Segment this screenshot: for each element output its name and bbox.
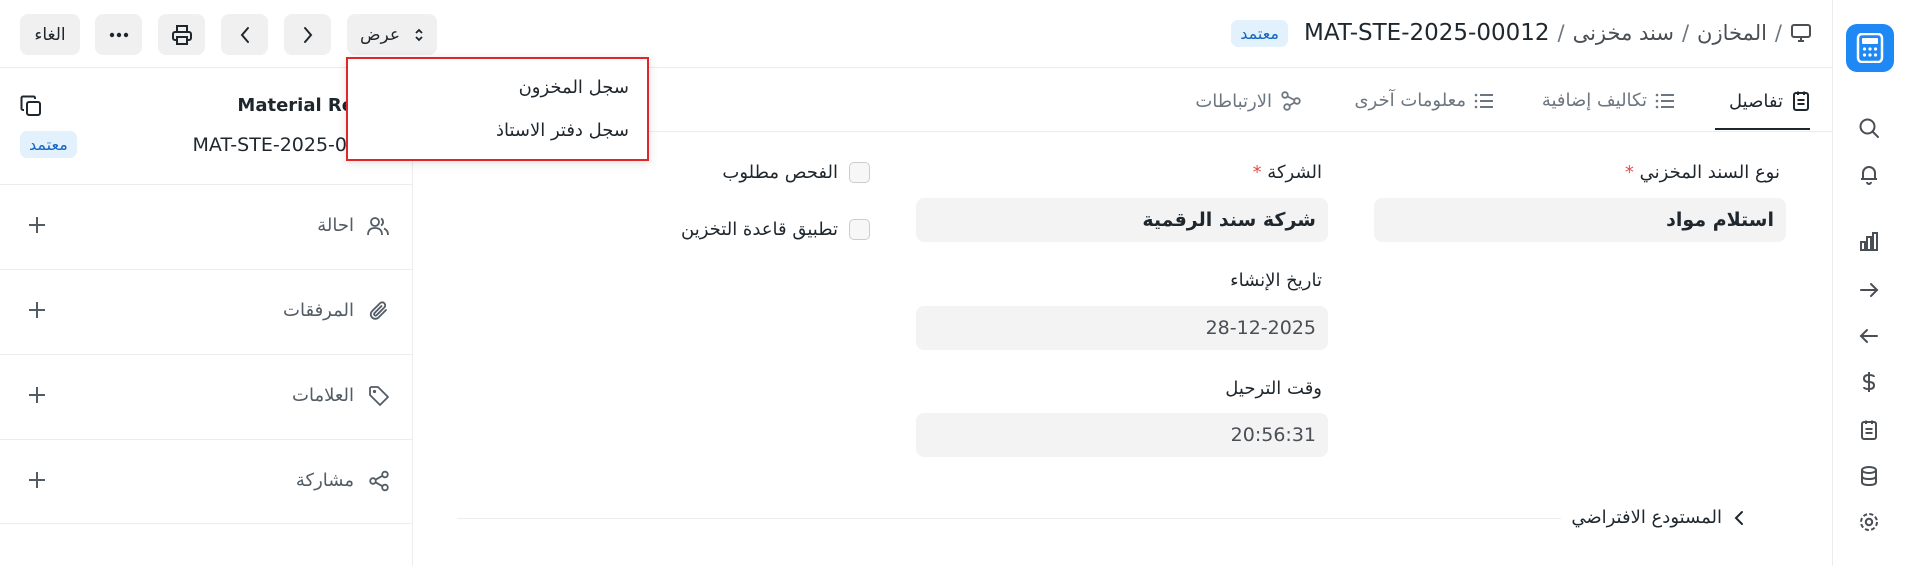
plus-icon[interactable]	[27, 300, 47, 320]
page-title: MAT-STE-2025-00012	[1303, 20, 1550, 46]
posting-date-field[interactable]: 28-12-2025	[916, 306, 1328, 350]
apply-putaway-rule-label: تطبيق قاعدة التخزين	[681, 219, 838, 240]
chevron-left-icon	[1734, 510, 1744, 526]
section-title: المستودع الافتراضي	[1571, 507, 1722, 528]
database-icon[interactable]	[1857, 464, 1881, 488]
dollar-icon[interactable]	[1857, 370, 1881, 394]
sidebar-item-tags[interactable]: العلامات	[0, 354, 412, 439]
cancel-button[interactable]: الغاء	[20, 14, 80, 55]
required-mark: *	[1624, 162, 1634, 183]
sidebar-item-label: مشاركة	[295, 470, 354, 491]
previous-doc-button[interactable]	[221, 14, 268, 55]
view-menu-label: عرض	[359, 24, 401, 45]
view-menu-button[interactable]: عرض	[347, 14, 437, 55]
sidebar-title: Material Re	[237, 95, 354, 116]
chevron-left-icon	[239, 26, 251, 44]
posting-time-field[interactable]: 20:56:31	[916, 413, 1328, 457]
inspection-required-label: الفحص مطلوب	[722, 162, 838, 183]
breadcrumb-item-warehouses[interactable]: المخازن	[1697, 21, 1767, 45]
breadcrumb-separator: /	[1681, 21, 1690, 45]
arrow-left-icon[interactable]	[1857, 324, 1881, 348]
breadcrumb-separator: /	[1557, 21, 1565, 45]
plus-icon[interactable]	[27, 385, 47, 405]
required-mark: *	[1252, 162, 1262, 183]
status-badge: معتمد	[1231, 19, 1288, 47]
app-rail	[1832, 0, 1906, 566]
active-tab-indicator	[1715, 128, 1810, 130]
calculator-app-logo-icon[interactable]	[1846, 24, 1894, 72]
menu-item-stock-ledger[interactable]: سجل المخزون	[519, 77, 629, 98]
tab-label: معلومات آخرى	[1354, 90, 1466, 111]
breadcrumb-separator: /	[1774, 21, 1782, 45]
tab-additional-costs[interactable]: تكاليف إضافية	[1542, 90, 1675, 111]
copy-icon[interactable]	[20, 95, 42, 117]
inspection-required-checkbox[interactable]	[849, 162, 870, 183]
arrow-right-icon[interactable]	[1857, 278, 1881, 302]
sidebar-doc-id: MAT-STE-2025-0	[192, 134, 347, 156]
next-doc-button[interactable]	[284, 14, 331, 55]
more-options-button[interactable]	[95, 14, 142, 55]
list-icon	[1655, 92, 1675, 110]
posting-date-label: تاريخ الإنشاء	[1230, 270, 1322, 291]
print-button[interactable]	[158, 14, 205, 55]
sidebar-item-label: احالة	[317, 215, 354, 236]
bell-icon[interactable]	[1857, 162, 1881, 186]
sidebar-item-label: العلامات	[292, 385, 354, 406]
tag-icon	[368, 385, 390, 407]
apply-putaway-rule-checkbox[interactable]	[849, 219, 870, 240]
view-menu-dropdown: سجل المخزون سجل دفتر الاستاذ	[346, 57, 649, 161]
entry-type-field[interactable]: استلام مواد	[1374, 198, 1786, 242]
posting-time-label: وقت الترحيل	[1225, 378, 1322, 399]
tab-label: تكاليف إضافية	[1541, 90, 1647, 111]
tab-more-info[interactable]: معلومات آخرى	[1354, 90, 1494, 111]
company-field[interactable]: شركة سند الرقمية	[916, 198, 1328, 242]
tab-label: تفاصيل	[1729, 90, 1783, 112]
menu-item-general-ledger[interactable]: سجل دفتر الاستاذ	[496, 120, 629, 141]
tab-label: الارتباطات	[1195, 90, 1272, 112]
entry-type-label: * نوع السند المخزني	[1624, 162, 1780, 183]
ellipsis-icon	[109, 32, 129, 38]
tab-connections[interactable]: الارتباطات	[1195, 90, 1302, 112]
printer-icon	[171, 24, 193, 46]
gear-icon[interactable]	[1857, 510, 1881, 534]
clipboard-icon[interactable]	[1857, 418, 1881, 442]
sidebar-item-label: المرفقات	[283, 300, 354, 321]
company-label: * الشركة	[1252, 162, 1322, 183]
users-icon	[366, 215, 390, 237]
sidebar-item-share[interactable]: مشاركة	[0, 439, 412, 524]
monitor-icon[interactable]	[1790, 23, 1812, 43]
share-icon	[368, 470, 390, 492]
paperclip-icon	[368, 300, 390, 322]
plus-icon[interactable]	[27, 215, 47, 235]
breadcrumb-item-stock-entry[interactable]: سند مخزنى	[1573, 21, 1674, 45]
top-bar: / المخازن / سند مخزنى / MAT-STE-2025-000…	[0, 0, 1832, 68]
sidebar-status-badge: معتمد	[20, 131, 77, 158]
section-divider	[457, 518, 1592, 519]
breadcrumb: / المخازن / سند مخزنى / MAT-STE-2025-000…	[1231, 18, 1812, 48]
plus-icon[interactable]	[27, 470, 47, 490]
chevron-up-down-icon	[414, 27, 424, 43]
sidebar-item-attachments[interactable]: المرفقات	[0, 269, 412, 354]
sidebar-item-assign[interactable]: احالة	[0, 184, 412, 269]
tab-details[interactable]: تفاصيل	[1729, 90, 1811, 112]
default-warehouse-section-toggle[interactable]: المستودع الافتراضي	[1561, 507, 1754, 528]
list-icon	[1474, 92, 1494, 110]
search-icon[interactable]	[1857, 116, 1881, 140]
connections-icon	[1280, 90, 1302, 112]
clipboard-icon	[1791, 90, 1811, 112]
bar-chart-icon[interactable]	[1857, 230, 1881, 254]
chevron-right-icon	[302, 26, 314, 44]
